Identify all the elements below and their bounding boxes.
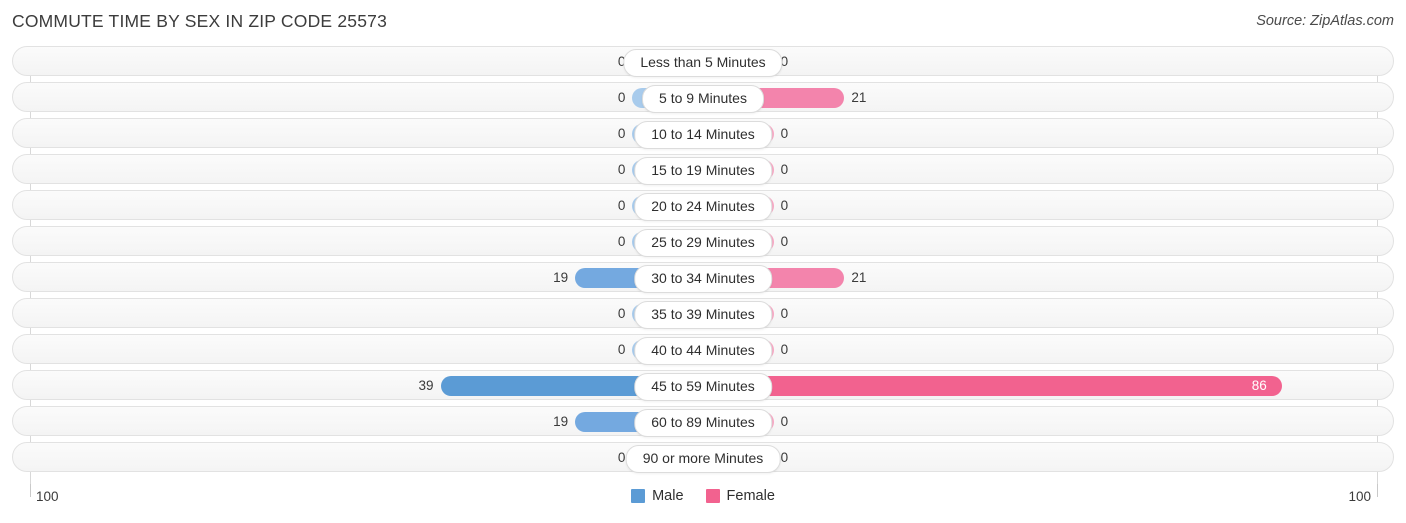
value-label-male: 0	[617, 306, 626, 321]
bar-row: 0 0 20 to 24 Minutes	[0, 190, 1406, 221]
legend-item-male[interactable]: Male	[631, 488, 684, 504]
row-track: 0 0 20 to 24 Minutes	[12, 190, 1394, 221]
category-label: 40 to 44 Minutes	[634, 337, 772, 365]
row-track: 0 0 15 to 19 Minutes	[12, 154, 1394, 185]
value-label-female: 86	[1251, 378, 1267, 393]
chart-header: COMMUTE TIME BY SEX IN ZIP CODE 25573 So…	[0, 0, 1406, 46]
page-title: COMMUTE TIME BY SEX IN ZIP CODE 25573	[12, 11, 388, 31]
commute-time-bar-chart: COMMUTE TIME BY SEX IN ZIP CODE 25573 So…	[0, 0, 1406, 523]
row-track: 0 0 90 or more Minutes	[12, 442, 1394, 473]
value-label-female: 21	[851, 90, 867, 105]
category-label: 15 to 19 Minutes	[634, 157, 772, 185]
legend-label-female: Female	[726, 488, 775, 504]
value-label-female: 0	[780, 162, 789, 177]
bar-row: 0 0 25 to 29 Minutes	[0, 226, 1406, 257]
bar-row: 19 21 30 to 34 Minutes	[0, 262, 1406, 293]
value-label-female: 0	[780, 342, 789, 357]
bar-row: 0 21 5 to 9 Minutes	[0, 82, 1406, 113]
value-label-male: 0	[617, 450, 626, 465]
category-label: 25 to 29 Minutes	[634, 229, 772, 257]
value-label-male: 0	[617, 234, 626, 249]
value-label-female: 21	[851, 270, 867, 285]
row-track: 0 0 10 to 14 Minutes	[12, 118, 1394, 149]
category-label: 90 or more Minutes	[625, 445, 781, 473]
bar-row: 0 0 15 to 19 Minutes	[0, 154, 1406, 185]
bar-rows: 0 0 Less than 5 Minutes 0 21 5 to 9 Minutes 0 0…	[0, 46, 1406, 478]
chart-footer: 100 100 Male Female	[0, 484, 1406, 523]
bar-row: 0 0 Less than 5 Minutes	[0, 46, 1406, 77]
row-track: 0 21 5 to 9 Minutes	[12, 82, 1394, 113]
row-track: 0 0 Less than 5 Minutes	[12, 46, 1394, 77]
bar-row: 0 0 10 to 14 Minutes	[0, 118, 1406, 149]
legend-item-female[interactable]: Female	[705, 488, 775, 504]
category-label: 35 to 39 Minutes	[634, 301, 772, 329]
legend-swatch-male-icon	[631, 489, 646, 503]
value-label-female: 0	[780, 234, 789, 249]
source-attribution: Source: ZipAtlas.com	[1256, 13, 1394, 29]
category-label: 45 to 59 Minutes	[634, 373, 772, 401]
value-label-female: 0	[780, 198, 789, 213]
value-label-male: 0	[617, 342, 626, 357]
value-label-male: 0	[617, 198, 626, 213]
row-track: 39 86 45 to 59 Minutes	[12, 370, 1394, 401]
value-label-female: 0	[780, 306, 789, 321]
value-label-male: 0	[617, 162, 626, 177]
bar-row: 39 86 45 to 59 Minutes	[0, 370, 1406, 401]
row-track: 0 0 40 to 44 Minutes	[12, 334, 1394, 365]
value-label-male: 0	[617, 54, 626, 69]
category-label: 30 to 34 Minutes	[634, 265, 772, 293]
category-label: Less than 5 Minutes	[623, 49, 783, 77]
value-label-female: 0	[780, 126, 789, 141]
value-label-female: 0	[780, 54, 789, 69]
value-label-male: 0	[617, 90, 626, 105]
category-label: 5 to 9 Minutes	[642, 85, 764, 113]
category-label: 20 to 24 Minutes	[634, 193, 772, 221]
legend-label-male: Male	[652, 488, 684, 504]
bar-row: 0 0 90 or more Minutes	[0, 442, 1406, 473]
bar-row: 0 0 35 to 39 Minutes	[0, 298, 1406, 329]
legend: Male Female	[0, 488, 1406, 504]
value-label-male: 19	[553, 414, 569, 429]
category-label: 60 to 89 Minutes	[634, 409, 772, 437]
row-track: 19 21 30 to 34 Minutes	[12, 262, 1394, 293]
value-label-male: 19	[553, 270, 569, 285]
value-label-male: 39	[418, 378, 434, 393]
value-label-female: 0	[780, 450, 789, 465]
value-label-male: 0	[617, 126, 626, 141]
bar-row: 0 0 40 to 44 Minutes	[0, 334, 1406, 365]
row-track: 0 0 25 to 29 Minutes	[12, 226, 1394, 257]
row-track: 0 0 35 to 39 Minutes	[12, 298, 1394, 329]
bar-female[interactable]	[703, 376, 1282, 396]
row-track: 19 0 60 to 89 Minutes	[12, 406, 1394, 437]
legend-swatch-female-icon	[705, 489, 720, 503]
bar-row: 19 0 60 to 89 Minutes	[0, 406, 1406, 437]
plot-area: 0 0 Less than 5 Minutes 0 21 5 to 9 Minutes 0 0…	[0, 46, 1406, 484]
category-label: 10 to 14 Minutes	[634, 121, 772, 149]
value-label-female: 0	[780, 414, 789, 429]
